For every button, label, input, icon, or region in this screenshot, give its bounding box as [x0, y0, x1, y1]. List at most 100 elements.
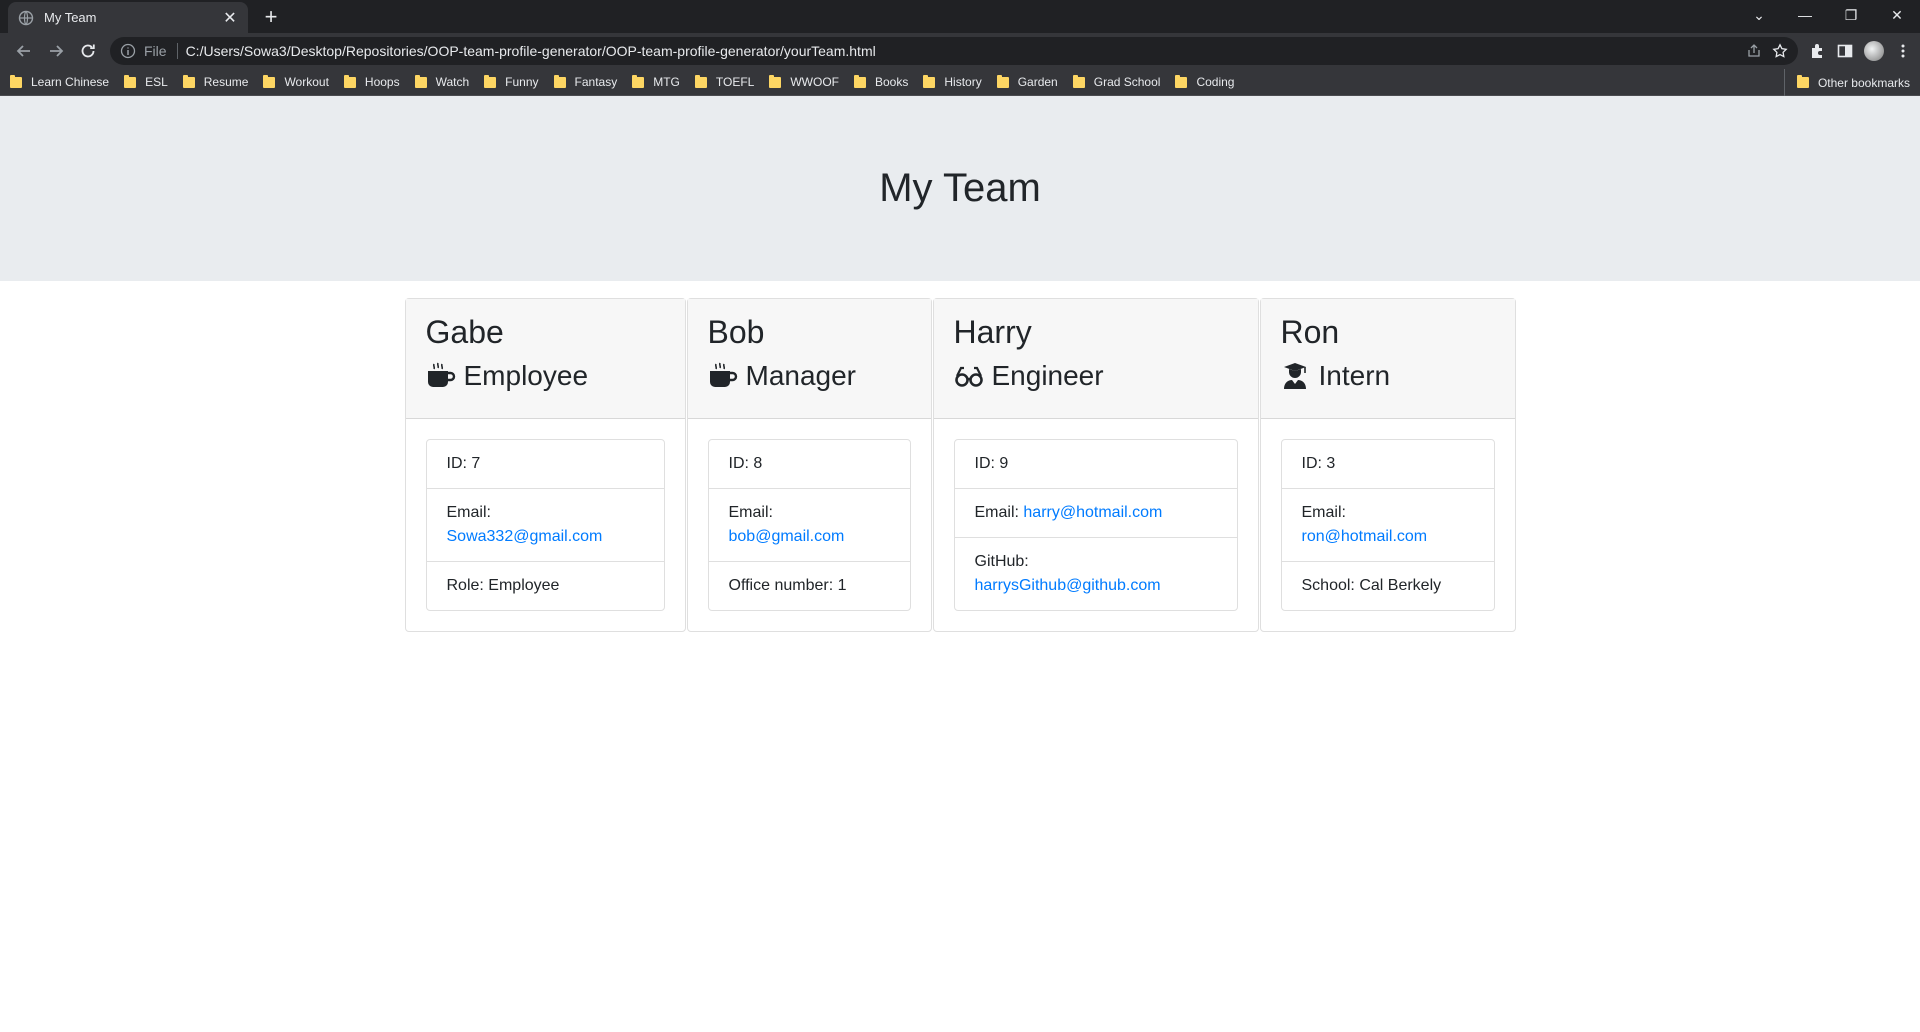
team-card-ron: Ron Intern ID: 3 Email: ron@hotmail.com … [1259, 298, 1516, 632]
tab-close-icon[interactable]: ✕ [222, 8, 238, 28]
folder-icon [854, 74, 866, 88]
folder-icon [263, 74, 276, 88]
bookmark-hoops[interactable]: Hoops [343, 74, 400, 89]
url-text[interactable]: C:/Users/Sowa3/Desktop/Repositories/OOP-… [186, 43, 1736, 59]
list-item-id: ID: 9 [954, 440, 1237, 489]
github-label: GitHub: [974, 553, 1029, 570]
back-icon[interactable] [8, 35, 40, 67]
extensions-icon[interactable] [1808, 42, 1826, 60]
bookmark-label: History [944, 75, 982, 89]
tab-strip: My Team ✕ + ⌄ — ❐ ✕ [0, 0, 1920, 33]
bookmark-label: WWOOF [790, 75, 839, 89]
list-item-github: GitHub: harrysGithub@github.com [955, 538, 1237, 610]
team-card-gabe: Gabe Employee ID: 7 Email: Sowa332@gmail… [404, 298, 686, 632]
reload-icon[interactable] [72, 35, 104, 67]
bookmark-fantasy[interactable]: Fantasy [553, 74, 617, 89]
info-list: ID: 8 Email: bob@gmail.com Office number… [707, 439, 911, 611]
star-icon[interactable] [1772, 43, 1788, 59]
mug-icon [426, 362, 456, 390]
bookmark-mtg[interactable]: MTG [632, 74, 680, 89]
info-list: ID: 7 Email: Sowa332@gmail.com Role: Emp… [425, 439, 665, 611]
team-cards: Gabe Employee ID: 7 Email: Sowa332@gmail… [0, 298, 1920, 632]
page-title: My Team [879, 166, 1041, 210]
folder-icon [343, 74, 356, 88]
email-link[interactable]: Sowa332@gmail.com [447, 528, 603, 545]
card-body: ID: 7 Email: Sowa332@gmail.com Role: Emp… [406, 419, 685, 631]
bookmark-coding[interactable]: Coding [1175, 74, 1235, 89]
other-bookmarks[interactable]: Other bookmarks [1783, 69, 1910, 96]
bookmark-watch[interactable]: Watch [414, 74, 469, 89]
bookmark-label: Hoops [364, 75, 400, 89]
member-role-label: Manager [745, 360, 857, 391]
bookmark-label: Coding [1196, 75, 1235, 89]
new-tab-icon[interactable]: + [258, 4, 284, 30]
folder-icon [1796, 75, 1809, 88]
list-item-email: Email: bob@gmail.com [708, 489, 910, 562]
info-list: ID: 9 Email: harry@hotmail.com GitHub: h… [953, 439, 1238, 611]
browser-toolbar: File C:/Users/Sowa3/Desktop/Repositories… [0, 33, 1920, 69]
menu-icon[interactable] [1894, 42, 1912, 60]
bookmark-label: TOEFL [715, 75, 755, 89]
restore-icon[interactable]: ❐ [1828, 0, 1874, 30]
tab-search-icon[interactable]: ⌄ [1736, 0, 1782, 30]
card-body: ID: 3 Email: ron@hotmail.com School: Cal… [1261, 419, 1515, 631]
other-bookmarks-label: Other bookmarks [1817, 75, 1910, 90]
card-header: Harry Engineer [933, 299, 1258, 419]
folder-icon [694, 74, 707, 88]
bookmark-label: Garden [1017, 75, 1058, 89]
bookmark-label: Grad School [1093, 75, 1161, 89]
minimize-icon[interactable]: — [1782, 0, 1828, 30]
email-link[interactable]: harry@hotmail.com [1023, 504, 1162, 521]
bookmark-workout[interactable]: Workout [263, 74, 329, 89]
folder-icon [182, 74, 195, 88]
github-link[interactable]: harrysGithub@github.com [975, 577, 1161, 594]
card-body: ID: 9 Email: harry@hotmail.com GitHub: h… [934, 419, 1258, 631]
info-icon[interactable] [120, 43, 136, 59]
address-bar[interactable]: File C:/Users/Sowa3/Desktop/Repositories… [110, 37, 1798, 65]
email-label: Email: [1301, 504, 1346, 521]
email-link[interactable]: ron@hotmail.com [1302, 528, 1428, 545]
browser-chrome: My Team ✕ + ⌄ — ❐ ✕ File C:/Users/Sowa3/… [0, 0, 1920, 96]
bookmark-wwoof[interactable]: WWOOF [769, 74, 839, 89]
member-name: Ron [1280, 314, 1340, 350]
glasses-icon [954, 362, 984, 390]
bookmark-history[interactable]: History [923, 74, 982, 89]
info-list: ID: 3 Email: ron@hotmail.com School: Cal… [1280, 439, 1495, 611]
forward-icon[interactable] [40, 35, 72, 67]
mug-icon [708, 362, 738, 390]
tab-my-team[interactable]: My Team ✕ [8, 2, 248, 33]
bookmark-label: Workout [284, 75, 329, 89]
profile-avatar[interactable] [1864, 41, 1884, 61]
folder-icon [10, 74, 22, 88]
bookmark-books[interactable]: Books [854, 74, 908, 89]
bookmark-grad-school[interactable]: Grad School [1072, 74, 1161, 89]
team-card-bob: Bob Manager ID: 8 Email: bob@gmail.com O… [686, 298, 932, 632]
bookmark-label: ESL [145, 75, 168, 89]
window-controls: ⌄ — ❐ ✕ [1736, 0, 1920, 30]
folder-icon [553, 74, 566, 88]
bookmark-esl[interactable]: ESL [124, 74, 168, 89]
folder-icon [632, 74, 645, 88]
graduate-icon [1281, 362, 1311, 390]
share-icon[interactable] [1746, 43, 1762, 59]
bookmark-learn-chinese[interactable]: Learn Chinese [10, 74, 109, 89]
page-header: My Team [0, 96, 1920, 281]
folder-icon [124, 74, 137, 88]
bookmark-resume[interactable]: Resume [182, 74, 248, 89]
side-panel-icon[interactable] [1836, 42, 1854, 60]
member-name: Gabe [425, 314, 504, 350]
bookmarks-bar: Learn Chinese ESL Resume Workout Hoops Watch F… [0, 69, 1920, 96]
bookmark-label: Funny [505, 75, 539, 89]
folder-icon [769, 74, 782, 88]
list-item-email: Email: Sowa332@gmail.com [426, 489, 664, 562]
bookmark-garden[interactable]: Garden [996, 74, 1058, 89]
bookmark-funny[interactable]: Funny [484, 74, 539, 89]
list-item-email: Email: harry@hotmail.com [954, 489, 1237, 538]
team-card-harry: Harry Engineer ID: 9 Email: harry@hotmai… [932, 298, 1259, 632]
email-label: Email: [446, 504, 491, 521]
close-window-icon[interactable]: ✕ [1874, 0, 1920, 30]
url-scheme: File [144, 43, 178, 59]
email-link[interactable]: bob@gmail.com [729, 528, 845, 545]
bookmark-toefl[interactable]: TOEFL [694, 74, 755, 89]
list-item-id: ID: 8 [708, 440, 910, 489]
